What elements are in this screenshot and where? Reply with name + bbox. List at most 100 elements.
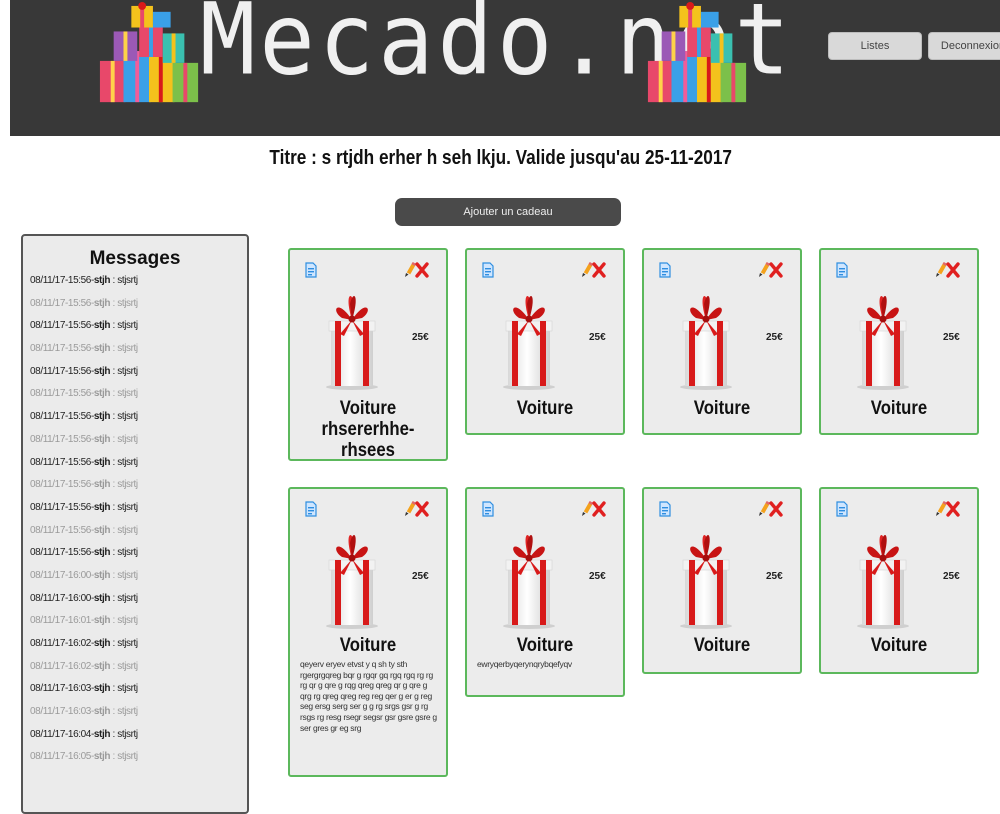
message-text: : stjsrtj [110, 456, 138, 468]
message-item: 08/11/17-15:56-stjh : stjsrtj [30, 365, 138, 377]
message-user: stjh [93, 479, 111, 491]
message-item: 08/11/17-15:56-stjh : stjsrtj [30, 275, 138, 286]
document-icon[interactable] [659, 262, 671, 278]
message-item: 08/11/17-15:56-stjh : stjsrtj [30, 433, 138, 445]
document-icon[interactable] [482, 501, 494, 517]
gift-name: Voiture [339, 635, 397, 656]
gift-icon [853, 529, 913, 629]
gift-card[interactable]: 25€ Voiture qeyerv eryev etvst y q sh ty s… [288, 487, 448, 777]
message-time: 08/11/17-16:00 [30, 569, 91, 581]
message-user: stjh [93, 275, 111, 286]
document-icon[interactable] [305, 262, 317, 278]
delete-icon[interactable] [415, 262, 429, 278]
message-text: : stjsrtj [110, 501, 138, 513]
message-item: 08/11/17-16:02-stjh : stjsrtj [30, 660, 138, 672]
message-user: stjh [93, 547, 111, 559]
gift-name: Voiture [693, 635, 751, 656]
gift-icon [322, 290, 382, 390]
message-text: : stjsrtj [110, 343, 138, 355]
gift-card[interactable]: 25€ Voiture ewryqerbyqerynqrybqefyqv [465, 487, 625, 697]
message-time: 08/11/17-16:05 [30, 751, 91, 763]
message-text: : stjsrtj [110, 751, 138, 763]
messages-panel: Messages 08/11/17-15:56-stjh : stjsrtj 08… [21, 234, 249, 814]
message-user: stjh [93, 569, 111, 581]
message-text: : stjsrtj [110, 320, 138, 332]
message-user: stjh [93, 683, 111, 695]
gift-description: ewryqerbyqerynqrybqefyqv [477, 659, 572, 669]
message-text: : stjsrtj [110, 411, 138, 423]
message-text: : stjsrtj [110, 547, 138, 559]
gift-card[interactable]: 25€ Voiture [642, 248, 802, 435]
message-item: 08/11/17-16:04-stjh : stjsrtj [30, 728, 138, 740]
gift-icon [676, 529, 736, 629]
message-time: 08/11/17-15:56 [30, 479, 91, 491]
gift-card[interactable]: 25€ Voiture [642, 487, 802, 674]
message-item: 08/11/17-15:56-stjh : stjsrtj [30, 411, 138, 423]
delete-icon[interactable] [769, 262, 783, 278]
document-icon[interactable] [659, 501, 671, 517]
message-user: stjh [93, 456, 111, 468]
message-user: stjh [93, 343, 111, 355]
gift-icon [853, 290, 913, 390]
message-text: : stjsrtj [110, 660, 138, 672]
message-item: 08/11/17-16:00-stjh : stjsrtj [30, 569, 138, 581]
message-item: 08/11/17-16:03-stjh : stjsrtj [30, 683, 138, 695]
message-item: 08/11/17-15:56-stjh : stjsrtj [30, 479, 138, 491]
gift-icon [322, 529, 382, 629]
message-time: 08/11/17-16:04 [30, 728, 91, 740]
message-time: 08/11/17-15:56 [30, 411, 91, 423]
message-item: 08/11/17-16:03-stjh : stjsrtj [30, 706, 138, 718]
delete-icon[interactable] [592, 262, 606, 278]
message-item: 08/11/17-16:00-stjh : stjsrtj [30, 592, 138, 604]
message-item: 08/11/17-15:56-stjh : stjsrtj [30, 297, 138, 309]
delete-icon[interactable] [415, 501, 429, 517]
gift-pile-icon [95, 2, 205, 110]
message-text: : stjsrtj [110, 683, 138, 695]
gift-card[interactable]: 25€ Voiture [465, 248, 625, 435]
page-title: Titre : s rtjdh erher h seh lkju. Valide… [269, 147, 732, 169]
message-user: stjh [93, 638, 111, 649]
gift-card[interactable]: 25€ Voiture [819, 248, 979, 435]
message-text: : stjsrtj [110, 592, 138, 604]
site-header: Mecado.net Listes Deconnexion [10, 0, 1000, 136]
message-time: 08/11/17-16:03 [30, 683, 91, 695]
message-time: 08/11/17-16:01 [30, 615, 91, 627]
gift-name: Voiture [870, 398, 928, 419]
message-time: 08/11/17-15:56 [30, 524, 91, 536]
gift-card[interactable]: 25€ Voiture rhsererhhe-rhsees [288, 248, 448, 461]
document-icon[interactable] [836, 501, 848, 517]
message-user: stjh [93, 501, 111, 513]
message-user: stjh [93, 320, 111, 332]
gift-name: Voiture [516, 398, 574, 419]
message-time: 08/11/17-16:03 [30, 706, 91, 718]
delete-icon[interactable] [946, 501, 960, 517]
document-icon[interactable] [482, 262, 494, 278]
message-text: : stjsrtj [110, 728, 138, 740]
message-text: : stjsrtj [110, 365, 138, 377]
site-logo[interactable]: Mecado.net [95, 0, 790, 110]
gift-icon [676, 290, 736, 390]
message-user: stjh [93, 388, 111, 400]
document-icon[interactable] [305, 501, 317, 517]
message-text: : stjsrtj [110, 524, 138, 536]
message-item: 08/11/17-15:56-stjh : stjsrtj [30, 547, 138, 559]
deconnexion-button[interactable]: Deconnexion [928, 32, 1000, 60]
add-gift-button[interactable]: Ajouter un cadeau [395, 198, 621, 226]
message-text: : stjsrtj [110, 479, 138, 491]
message-time: 08/11/17-15:56 [30, 456, 91, 468]
gift-icon [499, 529, 559, 629]
message-item: 08/11/17-16:02-stjh : stjsrtj [30, 638, 138, 649]
message-user: stjh [93, 592, 111, 604]
gift-price: 25€ [943, 332, 960, 343]
document-icon[interactable] [836, 262, 848, 278]
listes-button[interactable]: Listes [828, 32, 922, 60]
delete-icon[interactable] [769, 501, 783, 517]
message-user: stjh [93, 433, 111, 445]
message-text: : stjsrtj [110, 706, 138, 718]
gift-price: 25€ [589, 332, 606, 343]
delete-icon[interactable] [592, 501, 606, 517]
message-time: 08/11/17-16:02 [30, 660, 91, 672]
delete-icon[interactable] [946, 262, 960, 278]
gift-card[interactable]: 25€ Voiture [819, 487, 979, 674]
message-time: 08/11/17-15:56 [30, 343, 91, 355]
